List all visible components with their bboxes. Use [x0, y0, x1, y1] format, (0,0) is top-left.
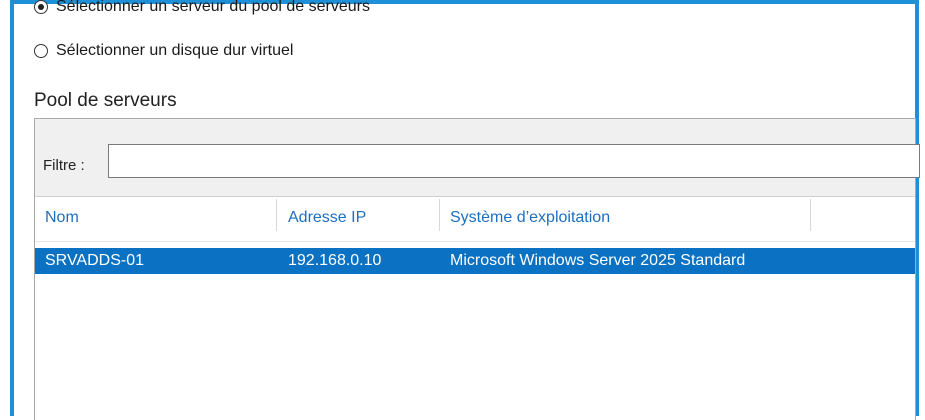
- server-grid-header: Nom Adresse IP Système d’exploitation: [35, 197, 915, 242]
- radio-option-server-pool[interactable]: Sélectionner un serveur du pool de serve…: [34, 0, 370, 16]
- filter-bar: Filtre :: [35, 119, 920, 197]
- radio-button-checked[interactable]: [34, 0, 48, 14]
- column-divider[interactable]: [276, 199, 277, 231]
- column-header-ip[interactable]: Adresse IP: [288, 209, 366, 227]
- column-divider[interactable]: [439, 199, 440, 231]
- filter-input[interactable]: [108, 144, 920, 178]
- radio-label-virtual-disk: Sélectionner un disque dur virtuel: [56, 42, 294, 59]
- radio-option-virtual-disk[interactable]: Sélectionner un disque dur virtuel: [34, 42, 293, 60]
- server-pool-panel: Filtre : Nom Adresse IP Système d’exploi…: [34, 118, 920, 420]
- column-divider[interactable]: [810, 199, 811, 231]
- dialog-frame: Sélectionner un serveur du pool de serve…: [10, 0, 920, 420]
- table-row[interactable]: SRVADDS-01 192.168.0.10 Microsoft Window…: [35, 248, 915, 274]
- column-header-os[interactable]: Système d’exploitation: [450, 209, 610, 227]
- filter-label: Filtre :: [43, 157, 85, 174]
- cell-name: SRVADDS-01: [45, 252, 144, 269]
- radio-label-server-pool: Sélectionner un serveur du pool de serve…: [56, 0, 370, 15]
- radio-button-unchecked[interactable]: [34, 44, 48, 58]
- server-pool-title: Pool de serveurs: [34, 90, 177, 111]
- cell-os: Microsoft Windows Server 2025 Standard: [450, 252, 746, 269]
- cell-ip: 192.168.0.10: [288, 252, 382, 269]
- column-header-name[interactable]: Nom: [45, 209, 79, 227]
